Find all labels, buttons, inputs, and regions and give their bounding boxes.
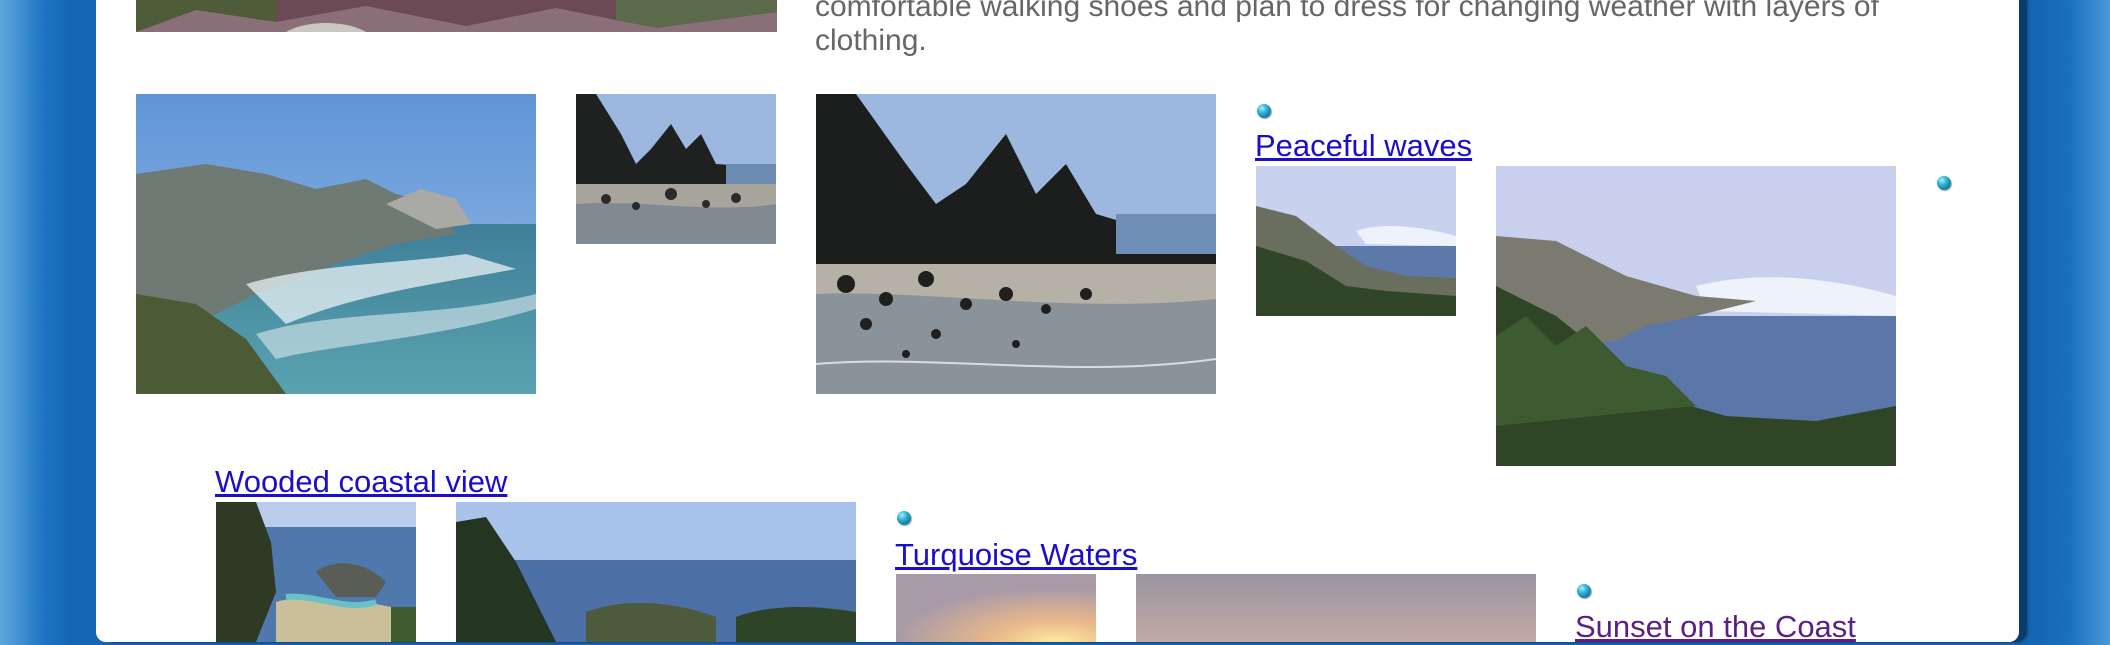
gallery-link-turquoise-waters[interactable]: Turquoise Waters: [895, 537, 1137, 573]
gallery-bullet-icon: [1257, 104, 1271, 118]
intro-paragraph: comfortable walking shoes and plan to dr…: [815, 0, 1879, 57]
beach-rocks-thumbnail[interactable]: [576, 94, 776, 244]
rocky-cove-photo[interactable]: [136, 94, 536, 394]
sunset-photo[interactable]: [1136, 574, 1536, 642]
gallery-bullet-icon: [1937, 176, 1951, 190]
waterfall-cove-thumbnail[interactable]: [216, 502, 416, 642]
foggy-coast-photo[interactable]: [1496, 166, 1896, 466]
foggy-coast-thumbnail[interactable]: [1256, 166, 1456, 316]
coastal-trees-photo[interactable]: [456, 502, 856, 642]
gallery-bullet-icon: [897, 511, 911, 525]
gallery-link-sunset-on-the-coast[interactable]: Sunset on the Coast: [1575, 609, 1856, 645]
gallery-bullet-icon: [1577, 584, 1591, 598]
sea-stacks-beach-photo[interactable]: [816, 94, 1216, 394]
trail-photo[interactable]: [136, 0, 777, 32]
gallery-link-wooded-coastal-view[interactable]: Wooded coastal view: [215, 464, 507, 500]
gallery-link-peaceful-waves[interactable]: Peaceful waves: [1255, 128, 1472, 164]
sunset-thumbnail[interactable]: [896, 574, 1096, 642]
